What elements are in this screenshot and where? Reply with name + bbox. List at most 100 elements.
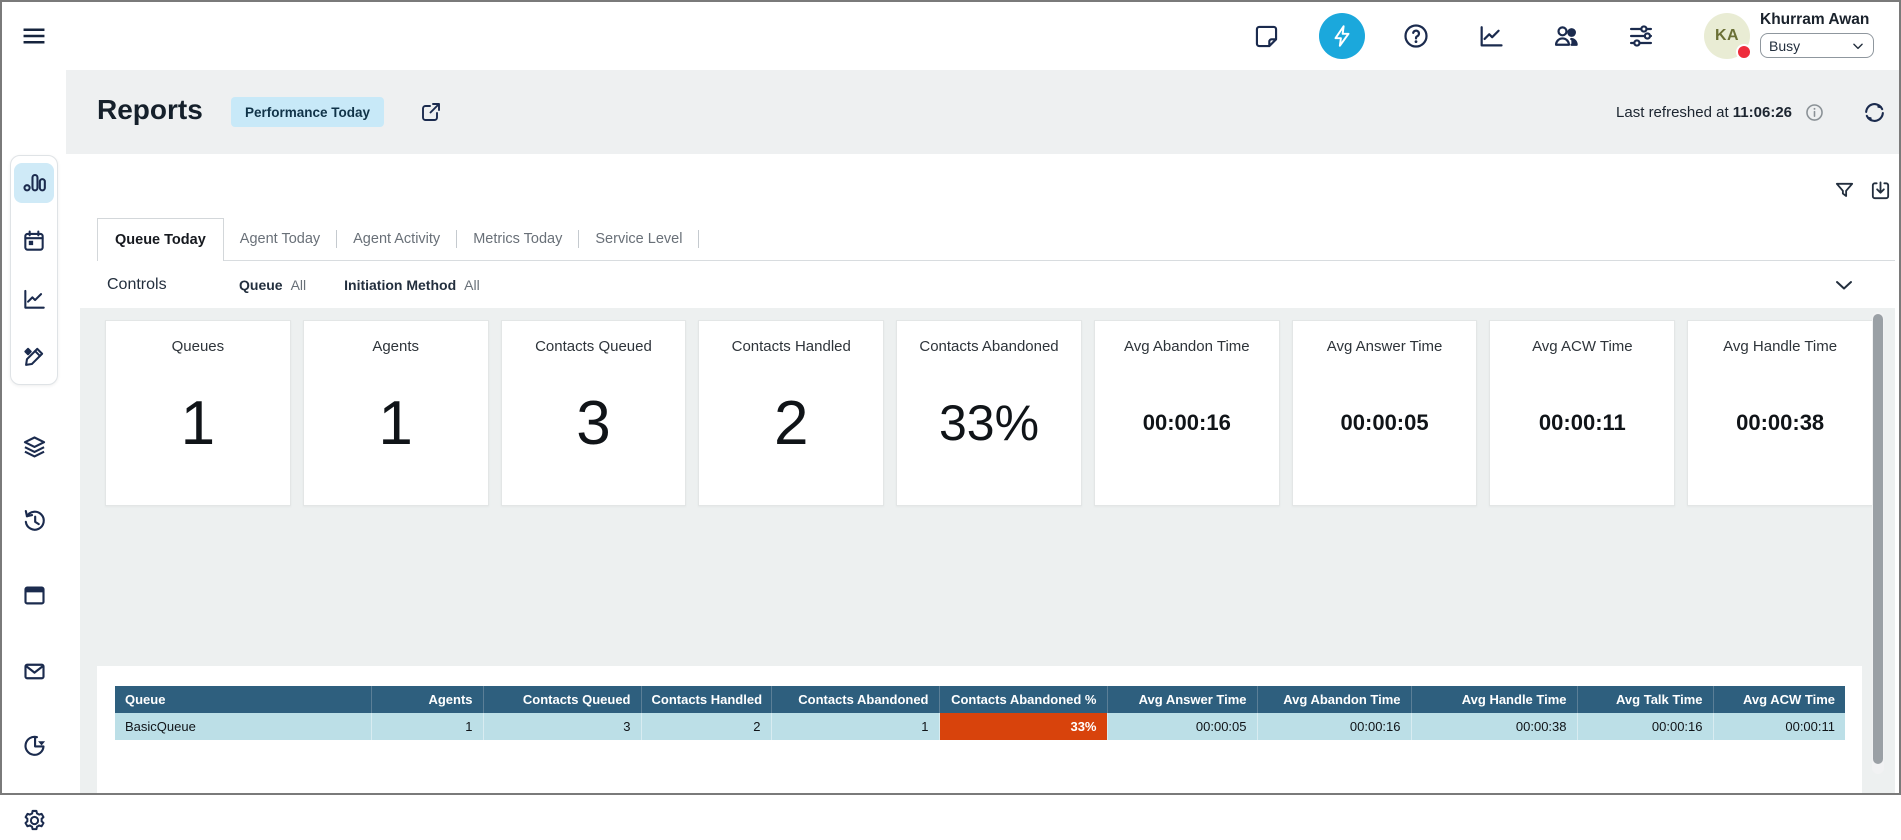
queue-table: Queue Agents Contacts Queued Contacts Ha…	[115, 686, 1845, 740]
column-header: Contacts Handled	[641, 686, 771, 713]
sidebar-item-schedule[interactable]	[14, 221, 54, 261]
card-contacts-queued: Contacts Queued 3	[501, 320, 687, 506]
note-icon[interactable]	[1248, 18, 1284, 54]
report-badge: Performance Today	[231, 97, 384, 127]
summary-cards: Queues 1 Agents 1 Contacts Queued 3 Cont…	[105, 320, 1873, 506]
tab-agent-today[interactable]: Agent Today	[224, 218, 336, 260]
sidebar-item-layers[interactable]	[14, 426, 54, 466]
sidebar-item-settings[interactable]	[14, 800, 54, 840]
history-icon	[21, 507, 48, 534]
sidebar-item-window[interactable]	[14, 575, 54, 615]
scrollbar-thumb[interactable]	[1873, 314, 1883, 764]
bar-chart-icon	[21, 170, 47, 196]
table-cell: 00:00:38	[1411, 713, 1577, 740]
column-header: Contacts Abandoned	[771, 686, 939, 713]
card-avg-answer-time: Avg Answer Time 00:00:05	[1292, 320, 1478, 506]
card-avg-abandon-time: Avg Abandon Time 00:00:16	[1094, 320, 1280, 506]
table-cell: BasicQueue	[115, 713, 371, 740]
metrics-icon[interactable]	[1473, 18, 1509, 54]
refresh-icon[interactable]	[1861, 99, 1887, 125]
page-title: Reports	[97, 94, 203, 126]
chevron-down-icon	[1851, 39, 1865, 53]
sidebar-item-mail[interactable]	[14, 651, 54, 691]
report-panel: Queue Today Agent Today Agent Activity M…	[80, 154, 1895, 793]
preferences-sliders-icon[interactable]	[1623, 18, 1659, 54]
table-header-row: Queue Agents Contacts Queued Contacts Ha…	[115, 686, 1845, 713]
card-contacts-abandoned: Contacts Abandoned 33%	[896, 320, 1082, 506]
users-icon[interactable]	[1548, 18, 1584, 54]
filter-icon[interactable]	[1832, 178, 1856, 202]
table-cell: 00:00:16	[1257, 713, 1411, 740]
flash-icon	[1329, 23, 1355, 49]
sidebar-item-metrics[interactable]	[14, 279, 54, 319]
sidebar-item-customize[interactable]	[14, 337, 54, 377]
status-select[interactable]: Busy	[1760, 33, 1874, 58]
report-tabs: Queue Today Agent Today Agent Activity M…	[97, 218, 1895, 261]
table-row: BasicQueue 1 3 2 1 33% 00:00:05 00:00:16…	[115, 713, 1845, 740]
table-cell: 3	[483, 713, 641, 740]
card-avg-acw-time: Avg ACW Time 00:00:11	[1489, 320, 1675, 506]
column-header: Avg Answer Time	[1107, 686, 1257, 713]
table-cell: 1	[371, 713, 483, 740]
info-icon[interactable]	[1803, 101, 1825, 123]
table-cell: 1	[771, 713, 939, 740]
column-header: Avg Abandon Time	[1257, 686, 1411, 713]
help-icon[interactable]	[1398, 18, 1434, 54]
user-name: Khurram Awan	[1760, 11, 1880, 29]
queue-table-card: Queue Agents Contacts Queued Contacts Ha…	[97, 666, 1862, 793]
tab-metrics-today[interactable]: Metrics Today	[457, 218, 578, 260]
presence-dot	[1736, 44, 1752, 60]
controls-label: Controls	[107, 276, 179, 294]
panel-tools	[1832, 178, 1892, 202]
card-avg-handle-time: Avg Handle Time 00:00:38	[1687, 320, 1873, 506]
table-cell: 00:00:16	[1577, 713, 1713, 740]
sidebar-item-pie-chart[interactable]	[14, 725, 54, 765]
table-cell-abandoned-pct: 33%	[939, 713, 1107, 740]
top-bar: KA Khurram Awan Busy	[2, 2, 1899, 70]
card-contacts-handled: Contacts Handled 2	[698, 320, 884, 506]
avatar-initials: KA	[1715, 27, 1739, 45]
quick-connect-flash-button[interactable]	[1319, 13, 1365, 59]
layers-icon	[21, 433, 48, 460]
user-block: Khurram Awan Busy	[1760, 11, 1880, 58]
column-header: Avg Talk Time	[1577, 686, 1713, 713]
table-cell: 2	[641, 713, 771, 740]
table-cell: 00:00:11	[1713, 713, 1845, 740]
customize-icon	[21, 344, 47, 370]
external-link-icon[interactable]	[418, 99, 444, 125]
column-header: Avg ACW Time	[1713, 686, 1845, 713]
table-cell: 00:00:05	[1107, 713, 1257, 740]
column-header: Contacts Queued	[483, 686, 641, 713]
tab-agent-activity[interactable]: Agent Activity	[337, 218, 456, 260]
collapse-chevron-icon[interactable]	[1831, 272, 1857, 298]
hamburger-menu-icon[interactable]	[20, 23, 48, 49]
sidebar-item-history[interactable]	[14, 500, 54, 540]
calendar-icon	[21, 228, 47, 254]
left-sidebar	[2, 70, 66, 793]
tab-queue-today[interactable]: Queue Today	[97, 218, 224, 261]
card-agents: Agents 1	[303, 320, 489, 506]
line-chart-icon	[21, 286, 47, 312]
controls-row: Controls Queue All Initiation Method All	[97, 261, 1895, 309]
download-icon[interactable]	[1868, 178, 1892, 202]
last-refreshed-time: 11:06:26	[1733, 104, 1792, 121]
tab-separator	[698, 230, 699, 248]
column-header: Agents	[371, 686, 483, 713]
status-select-value: Busy	[1769, 38, 1800, 54]
report-body: Queues 1 Agents 1 Contacts Queued 3 Cont…	[80, 308, 1895, 793]
filter-initiation-method[interactable]: Initiation Method All	[344, 277, 480, 293]
settings-gear-icon	[21, 807, 48, 834]
refresh-cluster: Last refreshed at 11:06:26	[1616, 70, 1887, 154]
page-header: Reports Performance Today Last refreshed…	[66, 70, 1899, 154]
sidebar-nav-group	[10, 155, 58, 385]
card-queues: Queues 1	[105, 320, 291, 506]
window-icon	[21, 582, 48, 609]
mail-icon	[21, 658, 48, 685]
column-header: Queue	[115, 686, 371, 713]
filter-queue[interactable]: Queue All	[239, 277, 306, 293]
pie-chart-icon	[21, 732, 48, 759]
sidebar-item-reports[interactable]	[14, 163, 54, 203]
vertical-scrollbar[interactable]	[1872, 312, 1884, 774]
tab-service-level[interactable]: Service Level	[579, 218, 698, 260]
column-header: Avg Handle Time	[1411, 686, 1577, 713]
